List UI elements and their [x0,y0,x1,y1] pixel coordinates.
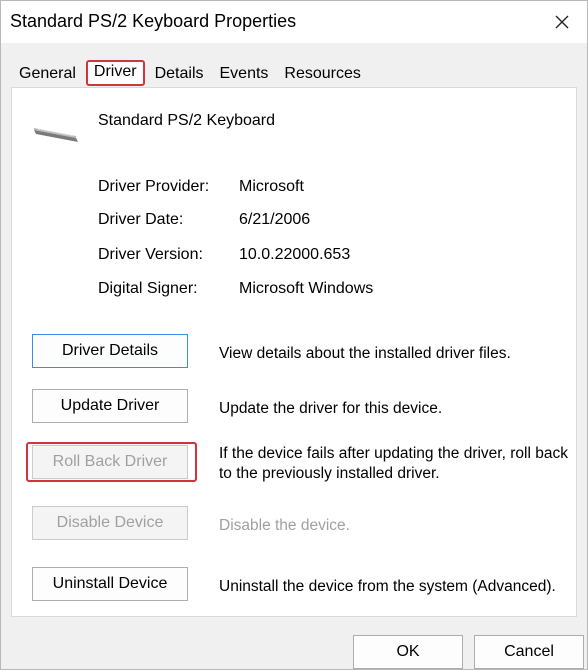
tab-resources[interactable]: Resources [276,58,368,88]
cancel-button[interactable]: Cancel [474,635,584,669]
digital-signer-value: Microsoft Windows [239,280,374,297]
close-icon [555,15,569,29]
uninstall-device-description: Uninstall the device from the system (Ad… [219,578,556,595]
driver-details-description: View details about the installed driver … [219,345,511,362]
tab-details[interactable]: Details [147,58,212,88]
driver-date-label: Driver Date: [98,211,184,228]
driver-provider-label: Driver Provider: [98,178,210,195]
tab-driver[interactable]: Driver [85,60,145,86]
driver-details-button[interactable]: Driver Details [32,334,188,368]
keyboard-icon [34,128,78,142]
disable-device-button[interactable]: Disable Device [32,506,188,540]
tab-strip: General Driver Details Events Resources [11,58,369,88]
tab-events[interactable]: Events [212,58,277,88]
close-button[interactable] [547,7,577,37]
ok-button[interactable]: OK [353,635,463,669]
title-bar: Standard PS/2 Keyboard Properties [1,1,587,43]
driver-version-value: 10.0.22000.653 [239,246,351,263]
window-title: Standard PS/2 Keyboard Properties [10,11,297,31]
driver-date-value: 6/21/2006 [239,211,311,228]
device-name: Standard PS/2 Keyboard [98,112,276,129]
digital-signer-label: Digital Signer: [98,280,198,297]
roll-back-driver-description: If the device fails after updating the d… [219,445,568,482]
uninstall-device-button[interactable]: Uninstall Device [32,567,188,601]
driver-provider-value: Microsoft [239,178,304,195]
update-driver-button[interactable]: Update Driver [32,389,188,423]
driver-version-label: Driver Version: [98,246,203,263]
disable-device-description: Disable the device. [219,517,350,534]
properties-dialog: Standard PS/2 Keyboard Properties Genera… [0,0,588,670]
roll-back-driver-button[interactable]: Roll Back Driver [32,445,188,479]
driver-tab-panel: Standard PS/2 Keyboard Driver Provider: … [11,87,577,617]
update-driver-description: Update the driver for this device. [219,400,443,417]
tab-general[interactable]: General [11,58,84,88]
